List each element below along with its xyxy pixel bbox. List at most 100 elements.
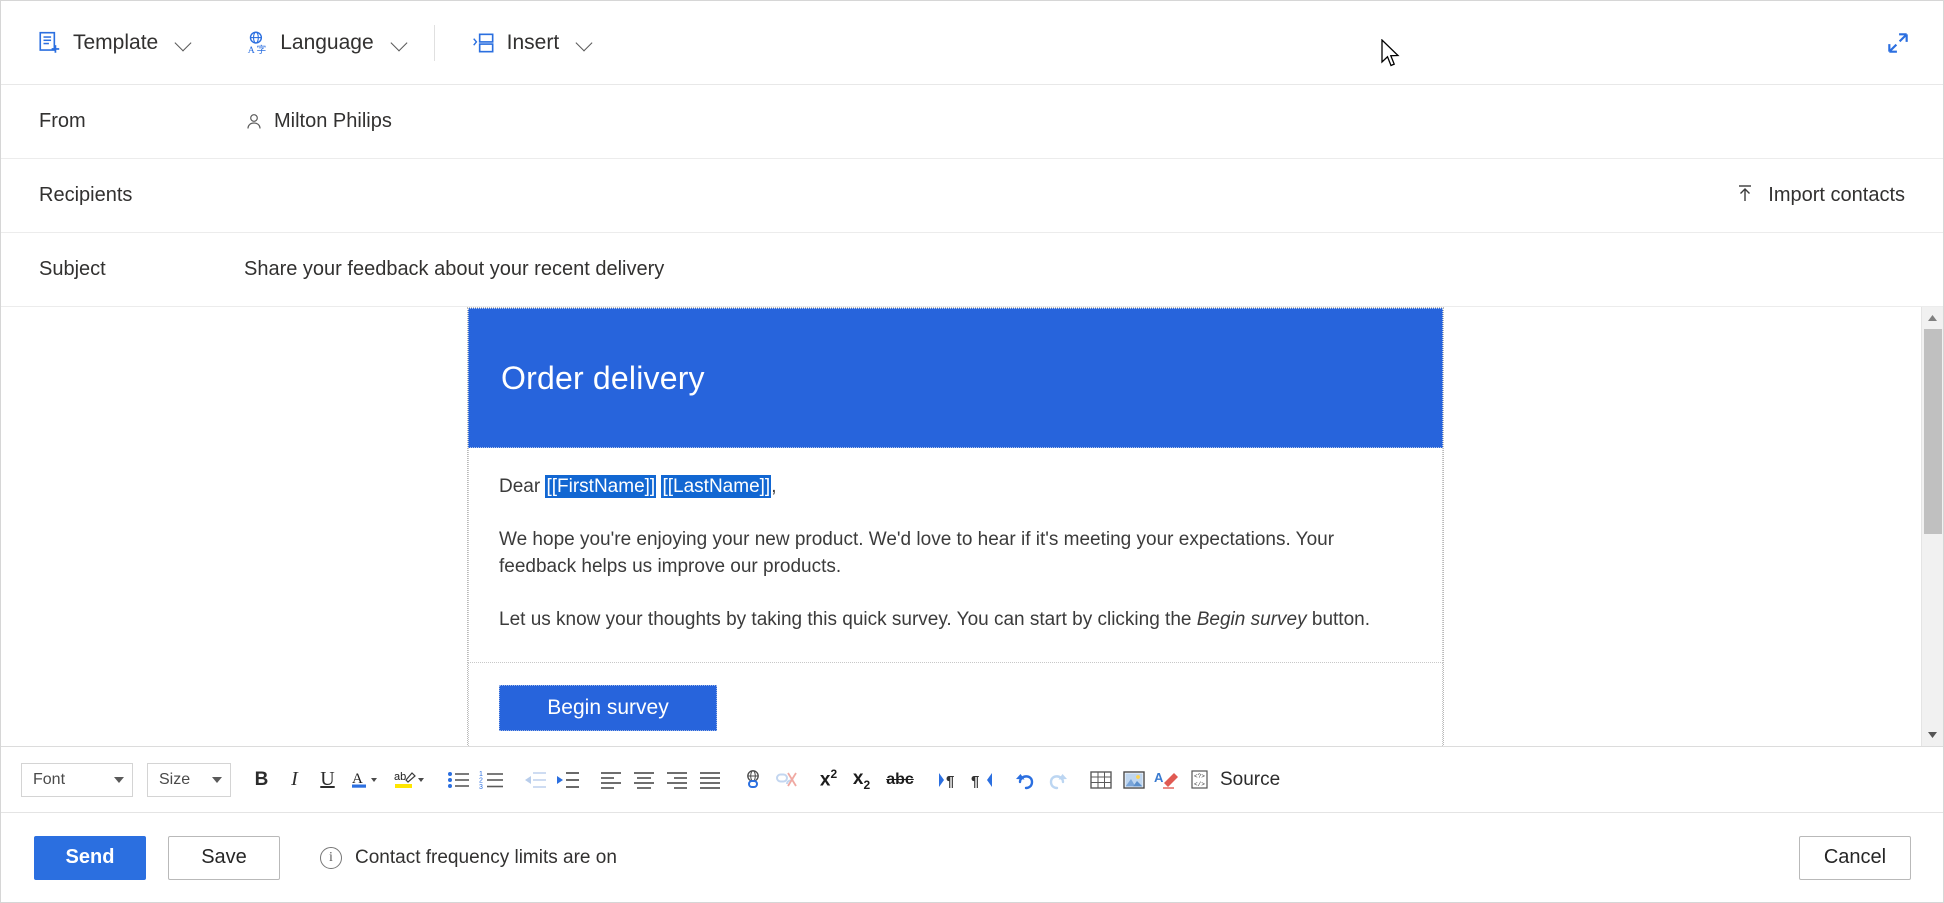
undo-arrow-icon <box>1013 769 1037 791</box>
unlink-button[interactable] <box>769 762 802 798</box>
source-label: Source <box>1220 769 1280 791</box>
import-contacts-label: Import contacts <box>1768 184 1905 207</box>
insert-image-button[interactable] <box>1117 762 1150 798</box>
from-row: From Milton Philips <box>1 85 1943 159</box>
remove-format-icon: A <box>1154 769 1180 791</box>
svg-text:3: 3 <box>479 784 483 790</box>
align-center-icon <box>633 771 655 789</box>
email-body-editor: Order delivery Dear [[FirstName]] [[Last… <box>1 307 1943 746</box>
email-template-table: Order delivery Dear [[FirstName]] [[Last… <box>467 307 1444 746</box>
chevron-down-icon <box>174 33 194 53</box>
begin-survey-button[interactable]: Begin survey <box>499 685 717 731</box>
insert-menu-button[interactable]: Insert <box>461 20 606 66</box>
indent-icon <box>556 771 580 789</box>
command-bar: Template A 字 Language <box>1 1 1943 85</box>
email-banner-title: Order delivery <box>501 360 705 397</box>
decrease-indent-button[interactable] <box>518 762 551 798</box>
bold-button[interactable]: B <box>245 762 278 798</box>
justify-icon <box>699 771 721 789</box>
source-view-button[interactable]: <?> </> Source <box>1183 762 1288 798</box>
increase-indent-button[interactable] <box>551 762 584 798</box>
text-direction-rtl-button[interactable]: ¶ <box>965 762 998 798</box>
link-icon <box>741 769 765 791</box>
scrollbar-track[interactable] <box>1922 329 1943 724</box>
contact-frequency-label: Contact frequency limits are on <box>355 847 617 869</box>
editor-canvas[interactable]: Order delivery Dear [[FirstName]] [[Last… <box>1 307 1921 746</box>
greeting-suffix: , <box>771 476 776 497</box>
scroll-up-arrow-icon[interactable] <box>1922 307 1943 329</box>
font-size-value: Size <box>159 771 190 789</box>
font-family-value: Font <box>33 771 65 789</box>
italic-button[interactable]: I <box>278 762 311 798</box>
subject-input[interactable]: Share your feedback about your recent de… <box>244 258 1917 281</box>
undo-button[interactable] <box>1008 762 1041 798</box>
insert-link-button[interactable] <box>736 762 769 798</box>
expand-diagonal-icon <box>1885 30 1911 56</box>
greeting-paragraph: Dear [[FirstName]] [[LastName]], <box>499 474 1412 501</box>
editor-vertical-scrollbar[interactable] <box>1921 307 1943 746</box>
send-button[interactable]: Send <box>34 836 146 880</box>
recipients-row: Recipients Import contacts <box>1 159 1943 233</box>
highlighter-icon: ab <box>394 767 426 793</box>
numbered-list-button[interactable]: 1 2 3 <box>475 762 508 798</box>
font-family-select[interactable]: Font <box>21 763 133 797</box>
svg-text:A: A <box>248 44 255 55</box>
redo-arrow-icon <box>1046 769 1070 791</box>
paragraph-2-after: button. <box>1307 609 1370 630</box>
align-right-button[interactable] <box>660 762 693 798</box>
footer-action-bar: Send Save i Contact frequency limits are… <box>1 812 1943 902</box>
email-banner[interactable]: Order delivery <box>468 308 1443 448</box>
body-paragraph-2: Let us know your thoughts by taking this… <box>499 607 1412 634</box>
save-button[interactable]: Save <box>168 836 280 880</box>
align-right-icon <box>666 771 688 789</box>
bulleted-list-button[interactable] <box>442 762 475 798</box>
info-icon: i <box>320 847 342 869</box>
text-direction-ltr-button[interactable]: ¶ <box>932 762 965 798</box>
svg-text:字: 字 <box>257 42 267 55</box>
text-color-button[interactable]: A <box>344 762 388 798</box>
email-button-cell: Begin survey <box>468 663 1443 746</box>
source-code-icon: <?> </> <box>1189 769 1213 791</box>
align-center-button[interactable] <box>627 762 660 798</box>
superscript-button[interactable]: x2 <box>812 762 845 798</box>
table-icon <box>1089 770 1113 790</box>
underline-button[interactable]: U <box>311 762 344 798</box>
highlight-color-button[interactable]: ab <box>388 762 432 798</box>
svg-text:¶: ¶ <box>971 773 979 789</box>
language-menu-button[interactable]: A 字 Language <box>234 20 419 66</box>
email-body-cell[interactable]: Dear [[FirstName]] [[LastName]], We hope… <box>468 448 1443 663</box>
svg-text:</>: </> <box>1194 781 1205 788</box>
strikethrough-button[interactable]: abc <box>878 762 922 798</box>
upload-arrow-icon <box>1734 182 1756 210</box>
ltr-paragraph-icon: ¶ <box>937 771 961 789</box>
template-menu-button[interactable]: Template <box>27 20 204 66</box>
svg-text:ab: ab <box>394 771 406 783</box>
font-size-select[interactable]: Size <box>147 763 231 797</box>
placeholder-firstname[interactable]: [[FirstName]] <box>545 475 656 498</box>
scroll-down-arrow-icon[interactable] <box>1922 724 1943 746</box>
email-composer-window: Template A 字 Language <box>0 0 1944 903</box>
person-icon <box>244 112 264 132</box>
cancel-button[interactable]: Cancel <box>1799 836 1911 880</box>
expand-window-button[interactable] <box>1881 26 1915 60</box>
from-value[interactable]: Milton Philips <box>244 110 1917 133</box>
insert-block-icon <box>471 30 497 56</box>
chevron-down-icon <box>212 777 222 783</box>
remove-format-button[interactable]: A <box>1150 762 1183 798</box>
language-translate-icon: A 字 <box>244 30 270 56</box>
body-paragraph-1: We hope you're enjoying your new product… <box>499 527 1412 581</box>
chevron-down-icon <box>114 777 124 783</box>
justify-button[interactable] <box>693 762 726 798</box>
redo-button[interactable] <box>1041 762 1074 798</box>
placeholder-lastname[interactable]: [[LastName]] <box>661 475 771 498</box>
cancel-button-wrapper: Cancel <box>1799 836 1911 880</box>
align-left-button[interactable] <box>594 762 627 798</box>
template-menu-label: Template <box>73 31 158 55</box>
subject-row: Subject Share your feedback about your r… <box>1 233 1943 307</box>
svg-text:A: A <box>1154 770 1164 785</box>
import-contacts-button[interactable]: Import contacts <box>1726 176 1913 216</box>
recipients-label: Recipients <box>39 184 244 207</box>
subscript-button[interactable]: x2 <box>845 762 878 798</box>
insert-table-button[interactable] <box>1084 762 1117 798</box>
scrollbar-thumb[interactable] <box>1924 329 1942 534</box>
